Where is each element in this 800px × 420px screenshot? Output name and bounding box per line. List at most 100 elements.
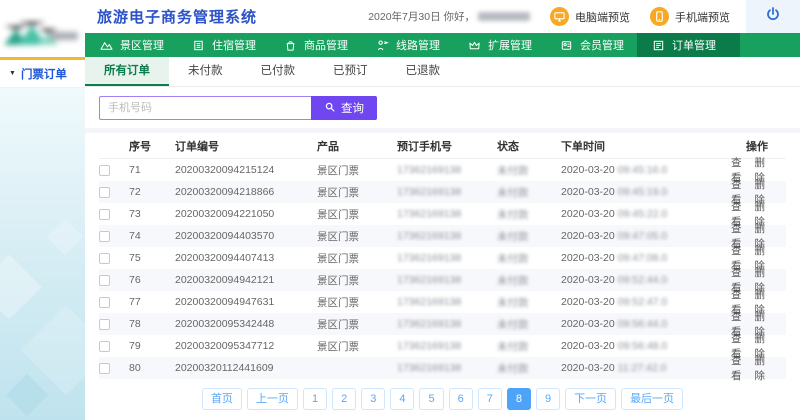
nav-item-7[interactable]: 订单管理	[637, 33, 740, 57]
page-last[interactable]: 最后一页	[621, 388, 683, 410]
order-time-blurred: 09:52:47.0	[618, 296, 668, 308]
cell-phone-blurred: 17362169138	[397, 274, 497, 286]
nav-item-label: 线路管理	[396, 37, 440, 53]
row-checkbox[interactable]	[99, 231, 110, 242]
cell-order-time: 2020-03-20 09:52:47.0	[561, 296, 731, 308]
cell-order-time: 2020-03-20 09:45:19.0	[561, 186, 731, 198]
order-status-tabs: 所有订单未付款已付款已预订已退款	[85, 57, 800, 87]
nav-item-1[interactable]: 景区管理	[85, 33, 177, 57]
main-nav-menu: 景区管理住宿管理商品管理 线路管理 扩展管理会员管理订单管理	[85, 33, 800, 57]
page-1[interactable]: 1	[303, 388, 327, 410]
caret-down-icon: ▼	[9, 70, 16, 77]
tab-1[interactable]: 所有订单	[85, 57, 169, 86]
page-5[interactable]: 5	[419, 388, 443, 410]
column-header: 序号	[129, 138, 175, 154]
order-date: 2020-03-20	[561, 318, 618, 330]
nav-item-4[interactable]: 线路管理	[361, 33, 453, 57]
nav-item-label: 景区管理	[120, 37, 164, 53]
nav-item-label: 扩展管理	[488, 37, 532, 53]
goods-icon	[284, 39, 297, 52]
row-checkbox[interactable]	[99, 165, 110, 176]
table-row: 7220200320094218866景区门票17362169138未付款202…	[99, 181, 786, 203]
hotel-icon	[192, 39, 205, 52]
cell-order-time: 2020-03-20 09:56:44.0	[561, 318, 731, 330]
cell-order-time: 2020-03-20 09:56:48.0	[561, 340, 731, 352]
tab-3[interactable]: 已付款	[242, 57, 315, 86]
view-link[interactable]: 查看	[731, 353, 745, 383]
cell-serial-number: 79	[129, 340, 175, 352]
row-checkbox[interactable]	[99, 319, 110, 330]
top-header: 旅游电子商务管理系统 2020年7月30日 你好， 电脑端预览 手机端预览	[85, 0, 800, 33]
row-checkbox[interactable]	[99, 209, 110, 220]
table-row: 7320200320094221050景区门票17362169138未付款202…	[99, 203, 786, 225]
page-prev[interactable]: 上一页	[247, 388, 298, 410]
order-date: 2020-03-20	[561, 274, 618, 286]
cell-status-blurred: 未付款	[497, 207, 561, 222]
phone-search-input[interactable]	[99, 96, 311, 120]
mobile-preview-label: 手机端预览	[675, 9, 730, 25]
table-body: 7120200320094215124景区门票17362169138未付款202…	[99, 159, 786, 379]
table-row: 7720200320094947631景区门票17362169138未付款202…	[99, 291, 786, 313]
cell-serial-number: 78	[129, 318, 175, 330]
tab-5[interactable]: 已退款	[387, 57, 460, 86]
page-6[interactable]: 6	[449, 388, 473, 410]
order-date: 2020-03-20	[561, 208, 618, 220]
sidebar-item-ticket-orders[interactable]: ▼ 门票订单	[0, 60, 85, 88]
cell-order-id: 20200320094942121	[175, 274, 317, 286]
page-7[interactable]: 7	[478, 388, 502, 410]
page-4[interactable]: 4	[390, 388, 414, 410]
app-window: ▼ 门票订单 旅游电子商务管理系统 2020年7月30日 你好， 电脑端预览	[0, 0, 800, 420]
table-row: 7120200320094215124景区门票17362169138未付款202…	[99, 159, 786, 181]
page-2[interactable]: 2	[332, 388, 356, 410]
cell-status-blurred: 未付款	[497, 273, 561, 288]
tab-4[interactable]: 已预订	[314, 57, 387, 86]
cell-phone-blurred: 17362169138	[397, 186, 497, 198]
member-icon	[560, 39, 573, 52]
cell-order-time: 2020-03-20 09:47:08.0	[561, 252, 731, 264]
tab-2[interactable]: 未付款	[169, 57, 242, 86]
search-button[interactable]: 查询	[311, 96, 377, 120]
table-row: 7520200320094407413景区门票17362169138未付款202…	[99, 247, 786, 269]
pc-preview-button[interactable]: 电脑端预览	[550, 7, 630, 26]
order-time-blurred: 09:52:44.0	[618, 274, 668, 286]
row-checkbox[interactable]	[99, 363, 110, 374]
cell-product: 景区门票	[317, 229, 397, 244]
row-checkbox[interactable]	[99, 253, 110, 264]
order-icon	[652, 39, 665, 52]
table-row: 7820200320095342448景区门票17362169138未付款202…	[99, 313, 786, 335]
row-checkbox-cell	[99, 363, 129, 374]
cell-serial-number: 74	[129, 230, 175, 242]
page-3[interactable]: 3	[361, 388, 385, 410]
row-checkbox[interactable]	[99, 297, 110, 308]
cell-order-time: 2020-03-20 11:27:42.0	[561, 362, 731, 374]
page-first[interactable]: 首页	[202, 388, 242, 410]
cell-product: 景区门票	[317, 295, 397, 310]
cell-order-id: 20200320094215124	[175, 164, 317, 176]
cell-product: 景区门票	[317, 163, 397, 178]
cell-status-blurred: 未付款	[497, 185, 561, 200]
row-checkbox[interactable]	[99, 275, 110, 286]
cell-order-time: 2020-03-20 09:45:22.0	[561, 208, 731, 220]
nav-item-3[interactable]: 商品管理	[269, 33, 361, 57]
nav-item-2[interactable]: 住宿管理	[177, 33, 269, 57]
search-button-label: 查询	[341, 100, 364, 116]
cell-order-id: 20200320095342448	[175, 318, 317, 330]
pagination: 首页上一页123456789下一页最后一页	[85, 388, 800, 410]
cell-status-blurred: 未付款	[497, 317, 561, 332]
column-header: 状态	[497, 138, 561, 154]
logout-power-button[interactable]	[746, 0, 800, 33]
row-checkbox-cell	[99, 319, 129, 330]
row-checkbox[interactable]	[99, 341, 110, 352]
page-9[interactable]: 9	[536, 388, 560, 410]
delete-link[interactable]: 删除	[755, 353, 769, 383]
mobile-preview-button[interactable]: 手机端预览	[650, 7, 730, 26]
page-8[interactable]: 8	[507, 388, 531, 410]
cell-serial-number: 71	[129, 164, 175, 176]
row-checkbox[interactable]	[99, 187, 110, 198]
nav-item-5[interactable]: 扩展管理	[453, 33, 545, 57]
page-next[interactable]: 下一页	[565, 388, 616, 410]
greeting-text: 2020年7月30日 你好，	[368, 9, 475, 24]
cell-status-blurred: 未付款	[497, 339, 561, 354]
content-panel: 所有订单未付款已付款已预订已退款 查询 序号订单编号产品预订手机号状态下单时间操…	[85, 57, 800, 420]
nav-item-6[interactable]: 会员管理	[545, 33, 637, 57]
